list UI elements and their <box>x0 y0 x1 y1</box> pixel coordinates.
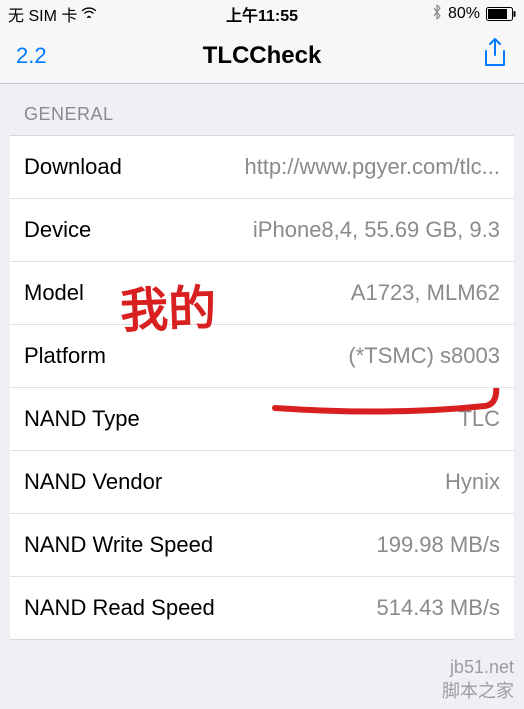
battery-percentage: 80% <box>448 5 480 23</box>
section-header-general: GENERAL <box>10 84 514 135</box>
row-value: 514.43 MB/s <box>376 595 500 621</box>
watermark-line2: 脚本之家 <box>442 680 514 703</box>
row-nand-write-speed: NAND Write Speed 199.98 MB/s <box>10 514 514 577</box>
row-model: Model A1723, MLM62 <box>10 262 514 325</box>
row-platform: Platform (*TSMC) s8003 <box>10 325 514 388</box>
row-value: http://www.pgyer.com/tlc... <box>244 154 500 180</box>
row-value: TLC <box>458 406 500 432</box>
wifi-icon <box>81 5 97 23</box>
row-label: Download <box>24 154 122 180</box>
row-value: 199.98 MB/s <box>376 532 500 558</box>
watermark: jb51.net 脚本之家 <box>442 656 514 703</box>
row-label: NAND Vendor <box>24 469 162 495</box>
row-value: (*TSMC) s8003 <box>348 343 500 369</box>
row-nand-vendor: NAND Vendor Hynix <box>10 451 514 514</box>
bluetooth-icon <box>432 4 442 25</box>
carrier-text: 无 SIM 卡 <box>8 2 77 26</box>
share-button[interactable] <box>482 37 508 74</box>
status-bar: 无 SIM 卡 上午11:55 80% <box>0 0 524 28</box>
row-label: NAND Read Speed <box>24 595 215 621</box>
row-label: Model <box>24 280 84 306</box>
row-value: iPhone8,4, 55.69 GB, 9.3 <box>253 217 500 243</box>
row-download[interactable]: Download http://www.pgyer.com/tlc... <box>10 136 514 199</box>
row-nand-type: NAND Type TLC <box>10 388 514 451</box>
row-label: Device <box>24 217 91 243</box>
row-value: Hynix <box>445 469 500 495</box>
back-label: 2.2 <box>16 43 47 68</box>
nav-bar: 2.2 TLCCheck <box>0 28 524 84</box>
page-title: TLCCheck <box>203 42 322 70</box>
row-label: NAND Type <box>24 406 140 432</box>
row-label: NAND Write Speed <box>24 532 213 558</box>
row-label: Platform <box>24 343 106 369</box>
watermark-line1: jb51.net <box>442 656 514 679</box>
general-list: Download http://www.pgyer.com/tlc... Dev… <box>10 135 514 640</box>
row-nand-read-speed: NAND Read Speed 514.43 MB/s <box>10 577 514 639</box>
battery-icon <box>486 7 516 21</box>
status-carrier: 无 SIM 卡 <box>8 2 97 26</box>
content: GENERAL Download http://www.pgyer.com/tl… <box>0 84 524 640</box>
row-device: Device iPhone8,4, 55.69 GB, 9.3 <box>10 199 514 262</box>
row-value: A1723, MLM62 <box>351 280 500 306</box>
status-time: 上午11:55 <box>226 2 298 26</box>
back-button[interactable]: 2.2 <box>16 43 47 69</box>
share-icon <box>482 56 508 73</box>
